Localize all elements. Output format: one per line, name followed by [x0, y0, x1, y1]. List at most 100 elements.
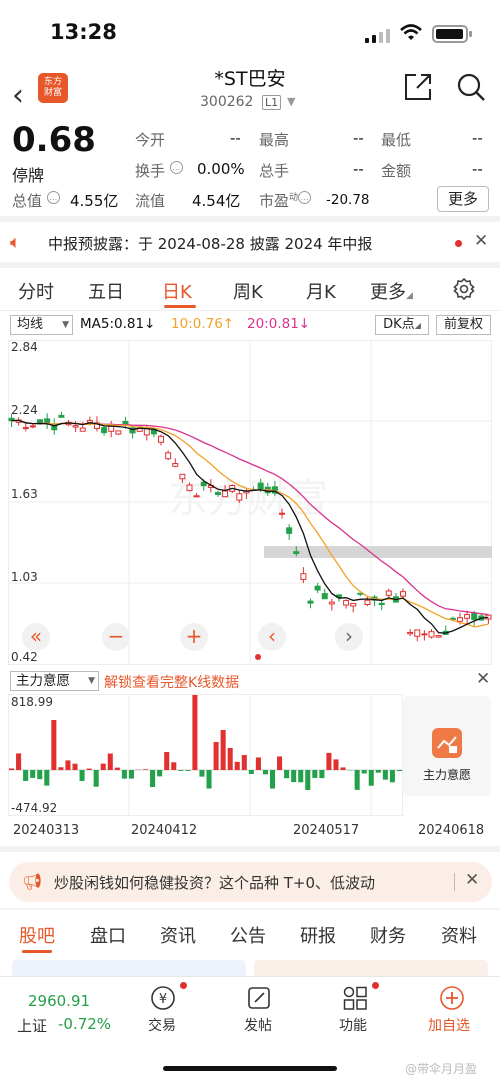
candle-body [407, 631, 414, 635]
scroll-start-button[interactable]: « [22, 623, 50, 651]
candle-body [464, 614, 471, 619]
candle-body [22, 427, 29, 430]
mainforce-bar [298, 770, 304, 783]
info-icon[interactable]: … [46, 191, 60, 204]
scroll-right-button[interactable]: › [335, 623, 363, 651]
tab-research[interactable]: 研报 [300, 922, 336, 948]
candle-body [222, 490, 229, 498]
tab-intraday[interactable]: 分时 [18, 278, 54, 304]
mainforce-bar [100, 763, 106, 770]
candle-body [350, 602, 357, 607]
candle-body [101, 427, 108, 434]
tab-weekly-k[interactable]: 周K [233, 278, 263, 304]
add-watchlist-icon[interactable] [439, 985, 465, 1011]
tab-five-day[interactable]: 五日 [88, 278, 124, 304]
trade-icon[interactable]: ¥ [150, 985, 176, 1011]
chevron-down-icon[interactable]: ▼ [287, 95, 295, 108]
close-icon[interactable]: ✕ [476, 669, 490, 689]
candle-body [165, 452, 172, 460]
candle-body [115, 430, 122, 435]
nav-post[interactable]: 发帖 [244, 1015, 272, 1035]
content-card[interactable] [254, 960, 488, 976]
unread-dot [372, 982, 379, 989]
low-value: -- [472, 129, 483, 147]
level-badge[interactable]: L1 [262, 95, 282, 110]
mainforce-bar [143, 769, 149, 770]
mainforce-bar [389, 770, 395, 783]
price: 0.68 [12, 120, 96, 160]
indicator-select[interactable]: 均线 ▼ [10, 315, 73, 335]
price-axis-mid3: 1.03 [11, 570, 38, 584]
divider [0, 262, 500, 268]
tab-daily-k[interactable]: 日K [162, 278, 192, 304]
zoom-in-button[interactable]: + [180, 623, 208, 651]
mainforce-bar [262, 770, 268, 775]
share-icon[interactable] [403, 72, 433, 102]
close-icon[interactable]: ✕ [465, 870, 479, 890]
unread-dot [455, 240, 462, 247]
tab-profile[interactable]: 资料 [441, 922, 477, 948]
nav-add-watchlist[interactable]: 加自选 [428, 1015, 470, 1035]
mainforce-bar [319, 770, 325, 779]
mainforce-axis-bottom: -474.92 [11, 801, 58, 815]
candle-body [86, 419, 93, 423]
mainforce-bar [51, 720, 57, 770]
tab-news[interactable]: 资讯 [160, 922, 196, 948]
tab-announcements[interactable]: 公告 [230, 922, 266, 948]
tab-financials[interactable]: 财务 [370, 922, 406, 948]
unlock-card-label[interactable]: 主力意愿 [403, 766, 491, 783]
compose-icon[interactable] [246, 985, 272, 1011]
close-icon[interactable]: ✕ [474, 231, 488, 251]
grid-icon[interactable] [342, 985, 368, 1011]
search-icon[interactable] [456, 72, 486, 102]
index-change[interactable]: -0.72% [58, 1015, 111, 1033]
wifi-icon [400, 24, 422, 40]
date-label: 20240412 [131, 823, 198, 838]
mainforce-select[interactable]: 主力意愿 ▼ [10, 671, 99, 691]
candle-body [200, 481, 207, 487]
candle-body [214, 492, 221, 495]
mainforce-bar [58, 767, 64, 770]
candle-body [293, 551, 300, 555]
mainforce-bar [164, 752, 170, 770]
mainforce-bar [312, 770, 318, 778]
mainforce-bar [86, 768, 92, 770]
mainforce-bar [375, 770, 381, 773]
index-name[interactable]: 上证 [17, 1015, 47, 1036]
adjust-button[interactable]: 前复权 [436, 315, 491, 335]
index-value[interactable]: 2960.91 [28, 992, 90, 1010]
scroll-left-button[interactable]: ‹ [258, 623, 286, 651]
tab-monthly-k[interactable]: 月K [306, 278, 336, 304]
mktcap-value: 4.55亿 [70, 192, 119, 210]
info-icon[interactable]: … [169, 161, 183, 174]
unlock-link[interactable]: 解锁查看完整K线数据 [104, 672, 239, 692]
mainforce-bar [234, 761, 240, 770]
content-card[interactable] [12, 960, 246, 976]
more-button[interactable]: 更多 [437, 186, 489, 212]
mainforce-bar [16, 753, 22, 770]
gear-icon[interactable] [452, 277, 476, 301]
mainforce-icon[interactable] [432, 728, 462, 758]
home-indicator[interactable] [163, 1066, 337, 1071]
dk-point-button[interactable]: DK点◢ [375, 315, 429, 335]
ma10-label: 10:0.76↑ [171, 316, 235, 332]
mainforce-bar [30, 770, 36, 778]
mainforce-chart [8, 694, 403, 816]
tab-orderbook[interactable]: 盘口 [90, 922, 126, 948]
notice-text[interactable]: 中报预披露：于 2024-08-28 披露 2024 年中报 [48, 233, 372, 254]
candle-body [236, 493, 243, 501]
tab-forum[interactable]: 股吧 [19, 922, 55, 948]
mainforce-bar [269, 770, 276, 789]
active-tab-underline [164, 305, 196, 308]
zoom-out-button[interactable]: − [102, 623, 130, 651]
promo-text[interactable]: 炒股闲钱如何稳健投资？这个品种 T+0、低波动 [54, 872, 375, 893]
candle-body [385, 590, 392, 596]
ma5-label: MA5:0.81↓ [80, 316, 156, 332]
nav-trade[interactable]: 交易 [148, 1015, 176, 1035]
candlestick-chart[interactable]: 东方财富 [8, 340, 492, 665]
mainforce-bar [206, 770, 212, 789]
tab-more[interactable]: 更多◢ [370, 278, 413, 304]
info-icon[interactable]: … [298, 191, 312, 204]
price-axis-mid2: 1.63 [11, 487, 38, 501]
nav-functions[interactable]: 功能 [339, 1015, 367, 1035]
